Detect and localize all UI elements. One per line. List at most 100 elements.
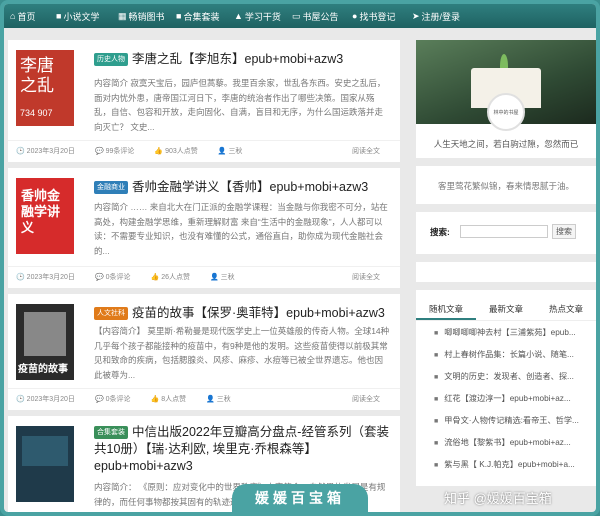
post-title[interactable]: 合集套装中信出版2022年豆瓣高分盘点-经管系列（套装共10册）【瑞·达利欧, …	[94, 424, 394, 475]
category-tag[interactable]: 历史人物	[94, 53, 128, 66]
nav-label: 合集套装	[183, 10, 219, 23]
likes[interactable]: 👍 8人点赞	[151, 394, 197, 404]
grid-icon: ▦	[118, 11, 127, 22]
list-item[interactable]: ■红花【渡边淳一】epub+mobi+az...	[434, 392, 594, 404]
post-title-text[interactable]: 李唐之乱【李旭东】epub+mobi+azw3	[132, 52, 343, 66]
nav-item-login[interactable]: ➤注册/登录	[412, 4, 472, 28]
post-card: 疫苗的故事 人文社科疫苗的故事【保罗·奥菲特】epub+mobi+azw3 【内…	[8, 294, 400, 410]
post-excerpt: 内容简介 …… 来自北大在门正派的金融学课程：当金融与你我密不可分，站在高处，构…	[94, 200, 390, 258]
cover-subtitle: 734 907	[20, 108, 53, 118]
list-item[interactable]: ■流俗地【黎紫书】epub+mobi+az...	[434, 436, 594, 448]
category-tag[interactable]: 人文社科	[94, 307, 128, 320]
list-item[interactable]: ■文明的历史：发现者、创造者、探...	[434, 370, 594, 382]
book-cover[interactable]: 李唐之乱 734 907	[16, 50, 74, 126]
quote-text: 客里莺花繁似锦，春来情思腻于油。	[416, 180, 596, 192]
post-meta: 🕒 2023年3月20日 💬 0条评论 👍 8人点赞 👤 三秋 阅读全文	[8, 388, 400, 408]
comments[interactable]: 💬 0条评论	[95, 272, 141, 282]
article-tabs: 随机文章 最新文章 热点文章	[416, 298, 596, 321]
category-tag[interactable]: 合集套装	[94, 426, 128, 439]
read-more-link[interactable]: 阅读全文	[352, 394, 380, 404]
book-icon: ■	[434, 330, 438, 337]
quote-box: 客里莺花繁似锦，春来情思腻于油。	[416, 166, 596, 204]
book-icon: ■	[434, 352, 438, 359]
post-meta: 🕒 2023年3月20日 💬 0条评论 👍 26人点赞 👤 三秋 阅读全文	[8, 266, 400, 286]
post-card: 李唐之乱 734 907 历史人物李唐之乱【李旭东】epub+mobi+azw3…	[8, 40, 400, 162]
send-icon: ➤	[412, 11, 420, 22]
tab-latest[interactable]: 最新文章	[476, 298, 536, 320]
home-icon: ⌂	[10, 11, 15, 21]
nav-label: 书屋公告	[303, 10, 339, 23]
book-cover[interactable]: 香帅金融学讲义	[16, 178, 74, 254]
nav-item-book-request[interactable]: ●找书登记	[352, 4, 412, 28]
nav-item-collections[interactable]: ■合集套装	[176, 4, 234, 28]
bookmark-icon: ■	[56, 11, 61, 21]
folder-icon: ■	[176, 11, 181, 21]
list-item[interactable]: ■村上春树作品集：长篇小说、随笔...	[434, 348, 594, 360]
nav-label: 找书登记	[359, 10, 395, 23]
nav-item-bestsellers[interactable]: ▦畅销图书	[118, 4, 176, 28]
author[interactable]: 👤 三秋	[206, 394, 241, 404]
post-excerpt: 【内容简介】 莫里斯·希勒曼是现代医学史上一位英雄般的传奇人物。全球14种几乎每…	[94, 324, 390, 382]
article-tabs-box: 随机文章 最新文章 热点文章 ■唧唧唧唧神去村【三浦紫苑】epub... ■村上…	[416, 290, 596, 486]
cover-title: 疫苗的故事	[18, 360, 68, 375]
comments[interactable]: 💬 99条评论	[95, 146, 144, 156]
likes[interactable]: 👍 26人点赞	[151, 272, 200, 282]
read-more-link[interactable]: 阅读全文	[352, 272, 380, 282]
list-item[interactable]: ■唧唧唧唧神去村【三浦紫苑】epub...	[434, 326, 594, 338]
search-input[interactable]	[460, 225, 548, 238]
nav-label: 小说文学	[63, 10, 99, 23]
post-title[interactable]: 历史人物李唐之乱【李旭东】epub+mobi+azw3	[94, 51, 394, 68]
app-frame: ⌂首页 ■小说文学 ▦畅销图书 ■合集套装 ▲学习干货 ▭书屋公告 ●找书登记 …	[0, 0, 600, 516]
cover-art	[22, 436, 68, 466]
site-motto: 人生天地之间，若白驹过隙，忽然而已	[416, 138, 596, 150]
post-title[interactable]: 金融商业香帅金融学讲义【香帅】epub+mobi+azw3	[94, 179, 394, 196]
cover-title: 李唐之乱	[20, 56, 70, 96]
tab-random[interactable]: 随机文章	[416, 298, 476, 320]
search-box: 搜索: 搜索	[416, 212, 596, 254]
date: 🕒 2023年3月20日	[16, 146, 85, 156]
nav-label: 学习干货	[245, 10, 281, 23]
date: 🕒 2023年3月20日	[16, 394, 85, 404]
nav-item-fiction[interactable]: ■小说文学	[56, 4, 118, 28]
nav-label: 首页	[17, 10, 35, 23]
author[interactable]: 👤 三秋	[218, 146, 253, 156]
board-icon: ▭	[292, 11, 301, 22]
post-card: 香帅金融学讲义 金融商业香帅金融学讲义【香帅】epub+mobi+azw3 内容…	[8, 168, 400, 288]
category-tag[interactable]: 金融商业	[94, 181, 128, 194]
top-nav: ⌂首页 ■小说文学 ▦畅销图书 ■合集套装 ▲学习干货 ▭书屋公告 ●找书登记 …	[4, 4, 596, 28]
post-title-text[interactable]: 中信出版2022年豆瓣高分盘点-经管系列（套装共10册）【瑞·达利欧, 埃里克·…	[94, 425, 389, 473]
graduation-icon: ▲	[234, 11, 243, 21]
search-book-icon: ●	[352, 11, 357, 21]
cover-title: 香帅金融学讲义	[21, 188, 69, 236]
post-title[interactable]: 人文社科疫苗的故事【保罗·奥菲特】epub+mobi+azw3	[94, 305, 394, 322]
book-icon: ■	[434, 440, 438, 447]
book-cover[interactable]: 疫苗的故事	[16, 304, 74, 380]
book-icon: ■	[434, 418, 438, 425]
book-cover[interactable]	[16, 426, 74, 502]
nav-item-learning[interactable]: ▲学习干货	[234, 4, 292, 28]
list-item[interactable]: ■甲骨文·人物传记精选:看帝王、哲学...	[434, 414, 594, 426]
date: 🕒 2023年3月20日	[16, 272, 85, 282]
list-item[interactable]: ■紫与黑【 K.J.帕克】epub+mobi+a...	[434, 458, 594, 470]
tab-hot[interactable]: 热点文章	[536, 298, 596, 320]
book-icon: ■	[434, 396, 438, 403]
nav-label: 畅销图书	[129, 10, 165, 23]
zhihu-watermark: 知乎 @媛媛百宝箱	[444, 488, 552, 507]
site-logo[interactable]: 林中的书屋	[487, 93, 525, 131]
post-meta: 🕒 2023年3月20日 💬 99条评论 👍 903人点赞 👤 三秋 阅读全文	[8, 140, 400, 160]
author[interactable]: 👤 三秋	[210, 272, 245, 282]
search-label: 搜索:	[430, 226, 450, 238]
nav-label: 注册/登录	[422, 10, 461, 23]
site-profile: 林中的书屋 人生天地之间，若白驹过隙，忽然而已	[416, 40, 596, 158]
comments[interactable]: 💬 0条评论	[95, 394, 141, 404]
nav-item-announcements[interactable]: ▭书屋公告	[292, 4, 352, 28]
cover-photo	[24, 312, 66, 356]
likes[interactable]: 👍 903人点赞	[154, 146, 207, 156]
spacer-box	[416, 262, 596, 282]
post-title-text[interactable]: 疫苗的故事【保罗·奥菲特】epub+mobi+azw3	[132, 306, 385, 320]
nav-item-home[interactable]: ⌂首页	[10, 4, 56, 28]
read-more-link[interactable]: 阅读全文	[352, 146, 380, 156]
post-excerpt: 内容简介 寂寞天宝后，园庐但蒿藜。我里百余家，世乱各东西。安史之乱后，面对内忧外…	[94, 76, 390, 134]
post-title-text[interactable]: 香帅金融学讲义【香帅】epub+mobi+azw3	[132, 180, 368, 194]
search-button[interactable]: 搜索	[552, 224, 576, 239]
